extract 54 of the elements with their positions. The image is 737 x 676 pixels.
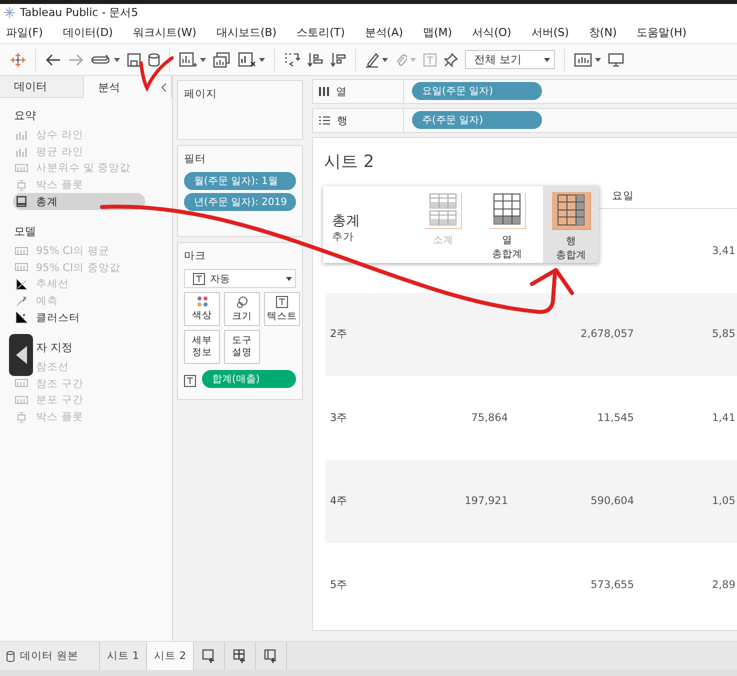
menu-item[interactable]: 분석(A) [364,24,404,40]
sheet-tab[interactable]: 시트 2 [147,642,194,670]
analytics-item[interactable]: 총계 [13,193,145,210]
table-cell-text: 197,921 [464,495,509,508]
pane-tab[interactable]: 데이터 [0,76,84,98]
mark-property-button[interactable]: 크기 [224,292,260,326]
totals-option[interactable]: 열 총합계 [479,186,535,263]
mark-property-button[interactable]: 색상 [184,292,220,326]
mark-property-button[interactable]: 도구 설명 [224,330,260,364]
menu-item[interactable]: 스토리(T) [296,24,345,40]
column-header: 요일 [611,189,635,204]
section-heading: 자 지정 [36,340,72,354]
analytics-item[interactable]: 클러스터 [36,310,80,325]
table-cell-text: 11,545 [596,412,635,424]
row-header: 5주 [329,578,349,592]
sheet-tab[interactable]: 시트 1 [100,642,148,670]
popup-subtitle: 추가 [332,230,355,244]
menu-item[interactable]: 도움말(H) [636,24,687,40]
menu-item[interactable]: 서식(O) [472,24,512,40]
table-cell-text: 2,678,057 [580,328,635,340]
mark-property-button[interactable]: 텍스트 [264,292,300,326]
table-cell-text: 1,41 [711,412,736,424]
menu-item[interactable]: 파일(F) [6,24,43,40]
row-header: 4주 [329,494,349,508]
menu-item[interactable]: 워크시트(W) [132,24,196,40]
section-heading: 요약 [14,109,36,122]
sheet-tab[interactable]: 데이터 원본 [0,642,100,670]
row-header: 3주 [329,410,349,425]
window-title: Tableau Public - 문서5 [20,5,138,20]
table-cell-text: 573,655 [590,578,635,591]
card-title: 필터 [184,152,207,166]
table-cell-text: 590,604 [590,495,635,508]
card-title: 페이지 [184,87,218,101]
mark-property-button[interactable]: 세부 정보 [184,330,220,364]
row-header: 2주 [329,327,349,342]
shelf-label: 행 [337,114,348,128]
table-cell-text: 5,85 [711,328,736,340]
fit-dropdown[interactable]: 전체 보기 [465,50,555,69]
menu-item[interactable]: 대시보드(B) [216,24,277,40]
table-cell-text: 1,05 [711,495,736,508]
card-title: 마크 [184,249,207,263]
menu-item[interactable]: 데이터(D) [62,24,113,40]
table-cell-text: 2,89 [711,578,736,591]
table-cell-text: 3,41 [711,244,736,257]
shelf-label: 열 [336,84,347,98]
menu-item[interactable]: 서버(S) [531,24,569,40]
table-cell-text: 75,864 [470,412,509,424]
totals-option[interactable]: 행 총합계 [543,186,599,263]
menu-item[interactable]: 맵(M) [423,24,452,40]
section-heading: 모델 [14,224,36,238]
menu-item[interactable]: 창(N) [588,24,617,40]
popup-title: 총계 [332,212,361,230]
mark-type-dropdown[interactable]: 자동 [184,269,296,288]
sheet-title: 시트 2 [324,151,376,174]
